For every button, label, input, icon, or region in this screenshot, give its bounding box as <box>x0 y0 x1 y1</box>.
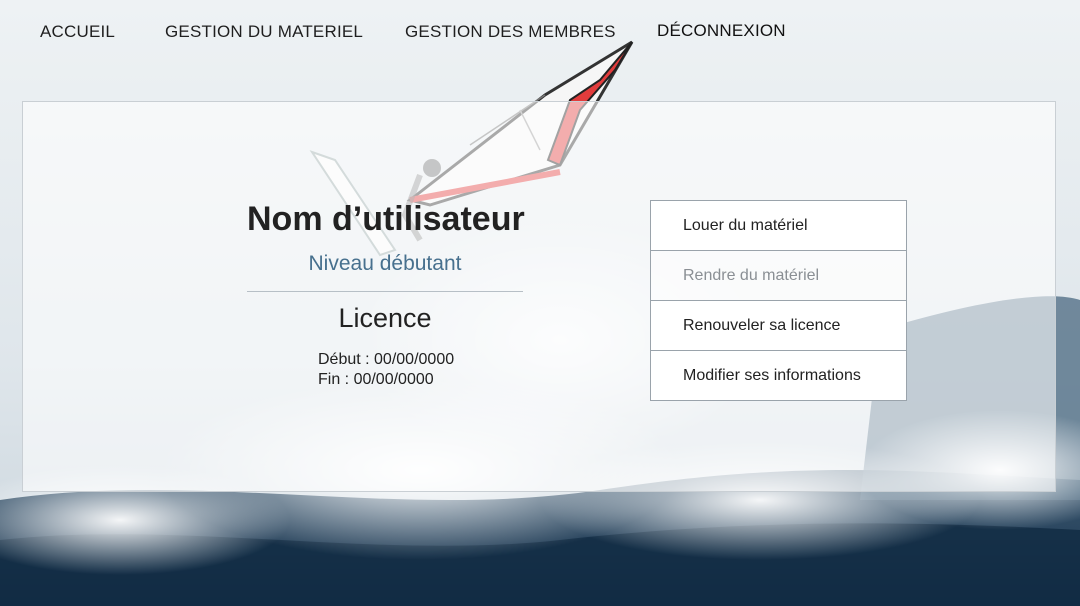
licence-title: Licence <box>338 303 432 333</box>
renew-licence-button[interactable]: Renouveler sa licence <box>650 300 907 351</box>
nav-item-deconnexion[interactable]: DÉCONNEXION <box>657 21 786 41</box>
return-equipment-button[interactable]: Rendre du matériel <box>650 250 907 301</box>
user-level: Niveau débutant <box>308 252 462 275</box>
username-title: Nom d’utilisateur <box>247 200 525 238</box>
action-menu: Louer du matériel Rendre du matériel Ren… <box>650 200 907 401</box>
divider <box>247 291 523 292</box>
licence-dates: Début : 00/00/0000 Fin : 00/00/0000 <box>318 350 454 390</box>
nav-item-gestion-membres[interactable]: GESTION DES MEMBRES <box>405 22 616 42</box>
top-nav: ACCUEIL GESTION DU MATERIEL GESTION DES … <box>0 0 1080 62</box>
nav-item-accueil[interactable]: ACCUEIL <box>40 22 115 42</box>
edit-info-button[interactable]: Modifier ses informations <box>650 350 907 401</box>
nav-item-gestion-materiel[interactable]: GESTION DU MATERIEL <box>165 22 363 42</box>
licence-start-date: Début : 00/00/0000 <box>318 351 455 368</box>
profile-panel: Nom d’utilisateur Niveau débutant Licenc… <box>22 101 1056 492</box>
rent-equipment-button[interactable]: Louer du matériel <box>650 200 907 251</box>
licence-end-date: Fin : 00/00/0000 <box>318 371 434 388</box>
